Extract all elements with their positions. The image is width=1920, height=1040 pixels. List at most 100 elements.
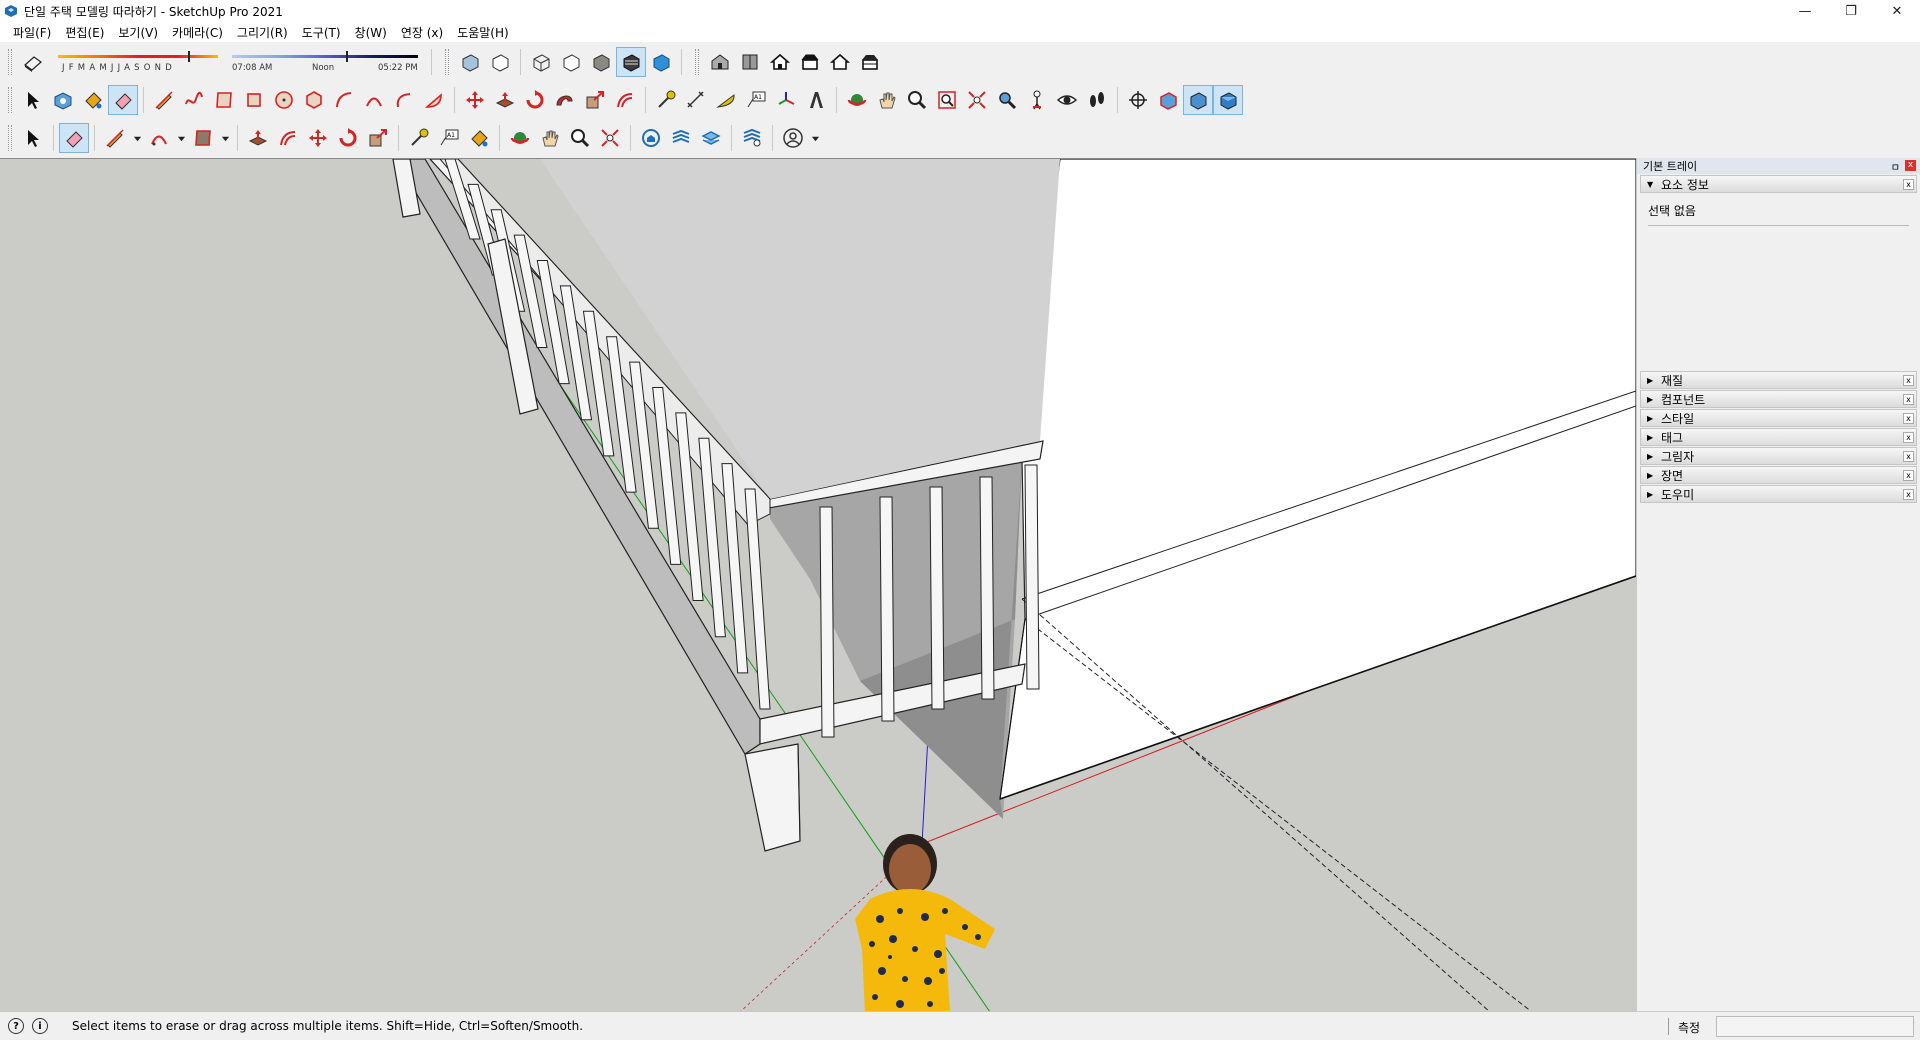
panel-close-icon[interactable]: x (1903, 394, 1914, 405)
toolbar-grip[interactable] (8, 87, 12, 113)
pan-hand-icon[interactable] (535, 123, 565, 153)
menu-view[interactable]: 보기(V) (111, 24, 165, 41)
line-dropdown-chevron-icon[interactable] (130, 123, 144, 153)
modeling-viewport[interactable] (0, 158, 1636, 1011)
dimension-icon[interactable] (681, 85, 711, 115)
date-slider-thumb[interactable] (188, 51, 190, 62)
shaded-icon[interactable] (586, 47, 616, 77)
menu-tools[interactable]: 도구(T) (295, 24, 348, 41)
arc-icon[interactable] (329, 85, 359, 115)
back-edges-icon[interactable] (485, 47, 515, 77)
move-icon[interactable] (303, 123, 333, 153)
pin-icon[interactable]: ㅁ (1891, 159, 1900, 174)
pie-icon[interactable] (419, 85, 449, 115)
arc-icon[interactable] (144, 123, 174, 153)
panel-close-icon[interactable]: x (1903, 413, 1914, 424)
minimize-button[interactable]: — (1782, 0, 1828, 22)
panel-close-icon[interactable]: x (1903, 432, 1914, 443)
close-button[interactable]: ✕ (1874, 0, 1920, 22)
freehand-icon[interactable] (179, 85, 209, 115)
select-arrow-icon[interactable] (18, 85, 48, 115)
offset-icon[interactable] (273, 123, 303, 153)
scale-icon[interactable] (580, 85, 610, 115)
panel-close-icon[interactable]: x (1903, 179, 1914, 190)
zoom-extents-icon[interactable] (595, 123, 625, 153)
shadow-toggle-icon[interactable] (18, 47, 48, 77)
panel-components[interactable]: ▶ 컴포넌트 x (1640, 390, 1917, 408)
rotate-icon[interactable] (333, 123, 363, 153)
menu-window[interactable]: 창(W) (348, 24, 394, 41)
look-around-icon[interactable] (1052, 85, 1082, 115)
panel-close-icon[interactable]: x (1903, 451, 1914, 462)
text-label-icon[interactable]: A1 (434, 123, 464, 153)
paint-bucket-icon[interactable] (464, 123, 494, 153)
tape-measure-icon[interactable] (404, 123, 434, 153)
push-pull-icon[interactable] (243, 123, 273, 153)
wireframe-icon[interactable] (526, 47, 556, 77)
zoom-extents-icon[interactable] (962, 85, 992, 115)
extension-manager-icon[interactable] (737, 123, 767, 153)
rectangle-icon[interactable] (188, 123, 218, 153)
panel-instructor[interactable]: ▶ 도우미 x (1640, 485, 1917, 503)
shaded-textures-icon[interactable] (616, 47, 646, 77)
tape-measure-icon[interactable] (651, 85, 681, 115)
circle-icon[interactable] (269, 85, 299, 115)
text-label-icon[interactable]: A1 (741, 85, 771, 115)
top-view-icon[interactable] (735, 47, 765, 77)
menu-camera[interactable]: 카메라(C) (165, 24, 230, 41)
rectangle-icon[interactable] (209, 85, 239, 115)
entity-info-header[interactable]: ▼ 요소 정보 x (1640, 175, 1917, 193)
xray-icon[interactable] (455, 47, 485, 77)
shadow-date-slider[interactable]: JFMAMJJASOND (48, 47, 218, 77)
panel-tags[interactable]: ▶ 태그 x (1640, 428, 1917, 446)
line-pencil-icon[interactable] (149, 85, 179, 115)
make-component-icon[interactable] (48, 85, 78, 115)
walk-icon[interactable] (1082, 85, 1112, 115)
shape-dropdown-chevron-icon[interactable] (218, 123, 232, 153)
menu-file[interactable]: 파일(F) (6, 24, 58, 41)
restore-button[interactable]: ❐ (1828, 0, 1874, 22)
protractor-icon[interactable] (711, 85, 741, 115)
display-section-cuts-icon[interactable] (1183, 85, 1213, 115)
panel-close-icon[interactable]: x (1903, 375, 1914, 386)
rotated-rectangle-icon[interactable] (239, 85, 269, 115)
menu-extensions[interactable]: 연장 (x) (394, 24, 450, 41)
polygon-icon[interactable] (299, 85, 329, 115)
panel-close-icon[interactable]: x (1903, 489, 1914, 500)
offset-icon[interactable] (610, 85, 640, 115)
account-dropdown-chevron-icon[interactable] (808, 123, 822, 153)
account-user-icon[interactable] (778, 123, 808, 153)
toolbar-grip[interactable] (8, 125, 12, 151)
section-plane-icon[interactable] (1123, 85, 1153, 115)
iso-view-icon[interactable] (705, 47, 735, 77)
axes-icon[interactable] (771, 85, 801, 115)
select-arrow-icon[interactable] (18, 123, 48, 153)
time-slider-thumb[interactable] (346, 51, 348, 62)
panel-scenes[interactable]: ▶ 장면 x (1640, 466, 1917, 484)
position-camera-icon[interactable] (1022, 85, 1052, 115)
back-view-icon[interactable] (825, 47, 855, 77)
right-view-icon[interactable] (795, 47, 825, 77)
tray-close-icon[interactable]: x (1905, 160, 1916, 171)
three-point-arc-icon[interactable] (389, 85, 419, 115)
layout-icon[interactable] (696, 123, 726, 153)
shadow-time-slider[interactable]: 07:08 AM Noon 05:22 PM (226, 47, 426, 77)
panel-styles[interactable]: ▶ 스타일 x (1640, 409, 1917, 427)
display-section-fill-icon[interactable] (1213, 85, 1243, 115)
rotate-icon[interactable] (520, 85, 550, 115)
model-scene[interactable] (0, 159, 1636, 1011)
menu-draw[interactable]: 그리기(R) (230, 24, 295, 41)
paint-bucket-icon[interactable] (78, 85, 108, 115)
previous-view-icon[interactable] (992, 85, 1022, 115)
measurements-input[interactable] (1716, 1016, 1914, 1037)
push-pull-icon[interactable] (490, 85, 520, 115)
menu-edit[interactable]: 편집(E) (58, 24, 111, 41)
hidden-line-icon[interactable] (556, 47, 586, 77)
panel-shadows[interactable]: ▶ 그림자 x (1640, 447, 1917, 465)
line-pencil-icon[interactable] (100, 123, 130, 153)
pan-hand-icon[interactable] (872, 85, 902, 115)
extension-warehouse-icon[interactable] (666, 123, 696, 153)
scale-icon[interactable] (363, 123, 393, 153)
eraser-icon[interactable] (108, 85, 138, 115)
two-point-arc-icon[interactable] (359, 85, 389, 115)
